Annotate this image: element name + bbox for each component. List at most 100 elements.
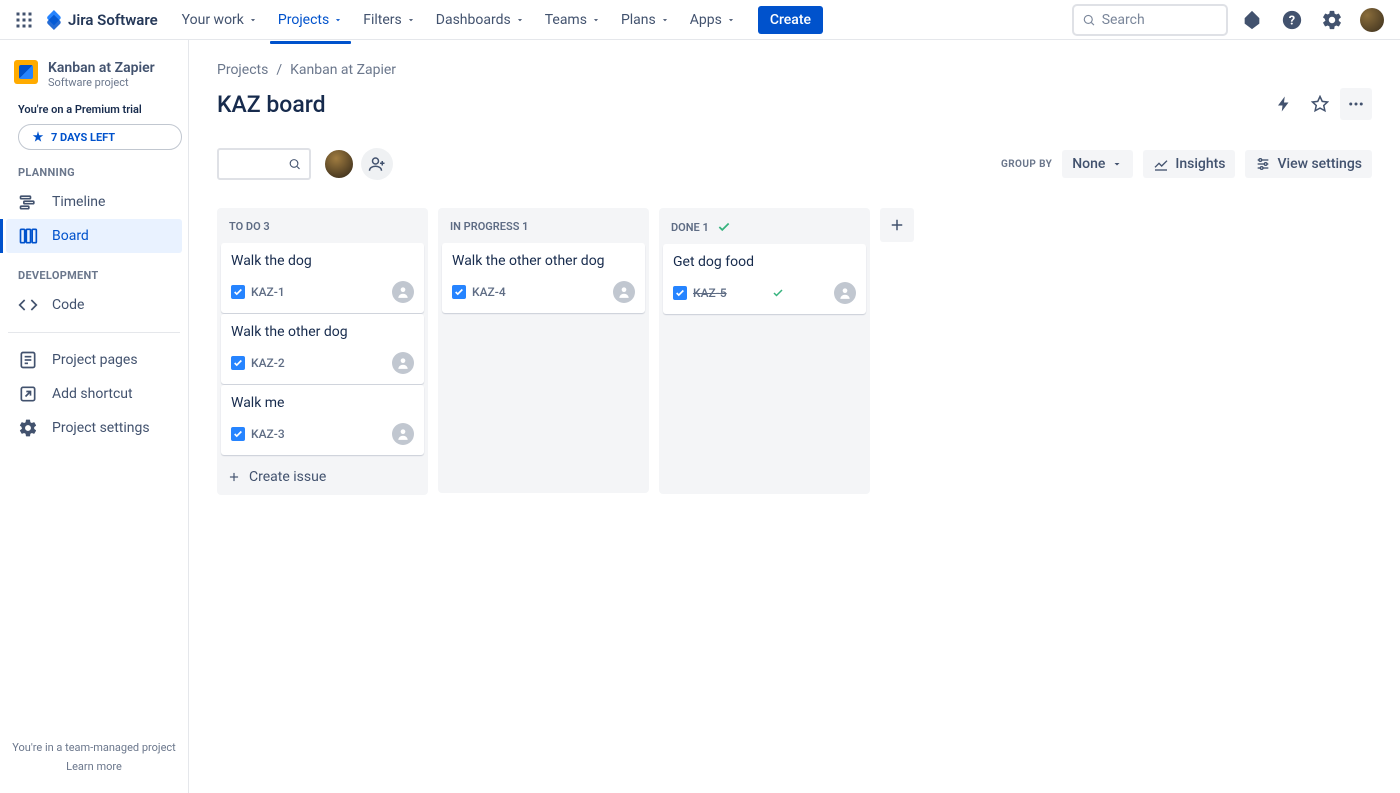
create-issue-button[interactable]: Create issue [217,459,428,495]
sidebar-item-project-pages[interactable]: Project pages [6,343,182,377]
chevron-down-icon [660,15,670,25]
bolt-icon [1275,95,1293,113]
nav-item-apps[interactable]: Apps [682,6,744,34]
breadcrumb-projects[interactable]: Projects [217,62,268,78]
sidebar-item-label: Project settings [52,420,150,436]
sidebar-item-project-settings[interactable]: Project settings [6,411,182,445]
view-settings-label: View settings [1277,156,1362,172]
chevron-down-icon [406,15,416,25]
sidebar-item-label: Add shortcut [52,386,133,402]
more-button[interactable] [1340,88,1372,120]
issue-card[interactable]: Walk the other dogKAZ-2 [221,314,424,384]
jira-logo-icon [44,10,64,30]
breadcrumb-project[interactable]: Kanban at Zapier [290,62,396,78]
trial-note: You're on a Premium trial [6,93,182,124]
issue-card[interactable]: Walk the other other dogKAZ-4 [442,243,645,313]
sidebar-item-label: Timeline [52,194,105,210]
global-search-input[interactable] [1102,12,1218,28]
column-in-progress: IN PROGRESS 1 Walk the other other dogKAZ… [438,208,649,493]
view-settings-button[interactable]: View settings [1245,150,1372,178]
project-type: Software project [48,76,155,89]
nav-item-label: Projects [278,12,329,28]
column-cards: Get dog foodKAZ-5 [659,244,870,318]
nav-item-label: Apps [690,12,722,28]
more-icon [1347,95,1365,113]
column-header[interactable]: TO DO 3 [217,208,428,243]
trial-days-pill[interactable]: 7 DAYS LEFT [18,124,182,150]
column-title: DONE 1 [671,221,709,234]
project-name: Kanban at Zapier [48,60,155,76]
help-icon: ? [1281,9,1303,31]
create-button[interactable]: Create [758,6,823,34]
footer-learn-more[interactable]: Learn more [6,760,182,773]
issue-type-icon [231,427,245,441]
issue-key: KAZ-5 [693,286,727,300]
profile-button[interactable] [1356,4,1388,36]
search-icon [288,156,301,172]
star-button[interactable] [1304,88,1336,120]
trial-days-text: 7 DAYS LEFT [51,131,115,144]
column-header[interactable]: DONE 1 [659,208,870,244]
done-column-check-icon [717,220,731,234]
nav-item-dashboards[interactable]: Dashboards [428,6,533,34]
assignee-avatar[interactable] [613,281,635,303]
column-to-do: TO DO 3Walk the dogKAZ-1Walk the other d… [217,208,428,495]
issue-title: Walk the dog [231,253,414,269]
add-column-button[interactable] [880,208,914,242]
search-icon [1082,12,1096,28]
timeline-icon [18,192,38,212]
premium-icon [31,130,45,144]
sidebar-item-timeline[interactable]: Timeline [6,185,182,219]
nav-item-filters[interactable]: Filters [355,6,424,34]
nav-item-your-work[interactable]: Your work [174,6,266,34]
column-cards: Walk the dogKAZ-1Walk the other dogKAZ-2… [217,243,428,459]
star-icon [1311,95,1329,113]
assignee-avatar[interactable] [834,282,856,304]
settings-button[interactable] [1316,4,1348,36]
project-settings-icon [18,418,38,438]
assignee-avatar[interactable] [392,423,414,445]
issue-key: KAZ-2 [251,356,285,370]
sidebar-footer: You're in a team-managed project Learn m… [6,741,182,785]
section-development: DEVELOPMENT [6,253,182,288]
global-search[interactable] [1072,4,1228,36]
nav-item-projects[interactable]: Projects [270,6,351,34]
issue-card[interactable]: Walk the dogKAZ-1 [221,243,424,313]
issue-type-icon [231,285,245,299]
nav-item-plans[interactable]: Plans [613,6,678,34]
sidebar: Kanban at Zapier Software project You're… [0,40,189,793]
issue-card[interactable]: Walk meKAZ-3 [221,385,424,455]
nav-item-teams[interactable]: Teams [537,6,609,34]
column-title: IN PROGRESS 1 [450,220,528,233]
app-switcher-icon [15,11,33,29]
notifications-button[interactable] [1236,4,1268,36]
column-header[interactable]: IN PROGRESS 1 [438,208,649,243]
assignee-avatar[interactable] [392,352,414,374]
sidebar-item-label: Project pages [52,352,138,368]
breadcrumb: Projects / Kanban at Zapier [217,62,1372,78]
sidebar-item-add-shortcut[interactable]: Add shortcut [6,377,182,411]
project-header[interactable]: Kanban at Zapier Software project [6,56,182,93]
app-switcher-button[interactable] [12,8,36,32]
title-row: KAZ board [217,88,1372,120]
member-avatar[interactable] [323,148,355,180]
sidebar-item-board[interactable]: Board [6,219,182,253]
issue-card[interactable]: Get dog foodKAZ-5 [663,244,866,314]
group-by-label: GROUP BY [1001,159,1052,170]
insights-button[interactable]: Insights [1143,150,1235,178]
sidebar-item-code[interactable]: Code [6,288,182,322]
add-member-button[interactable] [361,148,393,180]
add-shortcut-icon [18,384,38,404]
automation-button[interactable] [1268,88,1300,120]
add-person-icon [368,155,386,173]
assignee-avatar[interactable] [392,281,414,303]
board-search[interactable] [217,148,311,180]
main-content: Projects / Kanban at Zapier KAZ board [189,40,1400,793]
board-search-input[interactable] [227,156,288,172]
section-planning: PLANNING [6,150,182,185]
bell-icon [1241,9,1263,31]
group-by-value: None [1072,156,1105,172]
help-button[interactable]: ? [1276,4,1308,36]
group-by-select[interactable]: None [1062,150,1133,178]
jira-logo[interactable]: Jira Software [44,10,158,30]
